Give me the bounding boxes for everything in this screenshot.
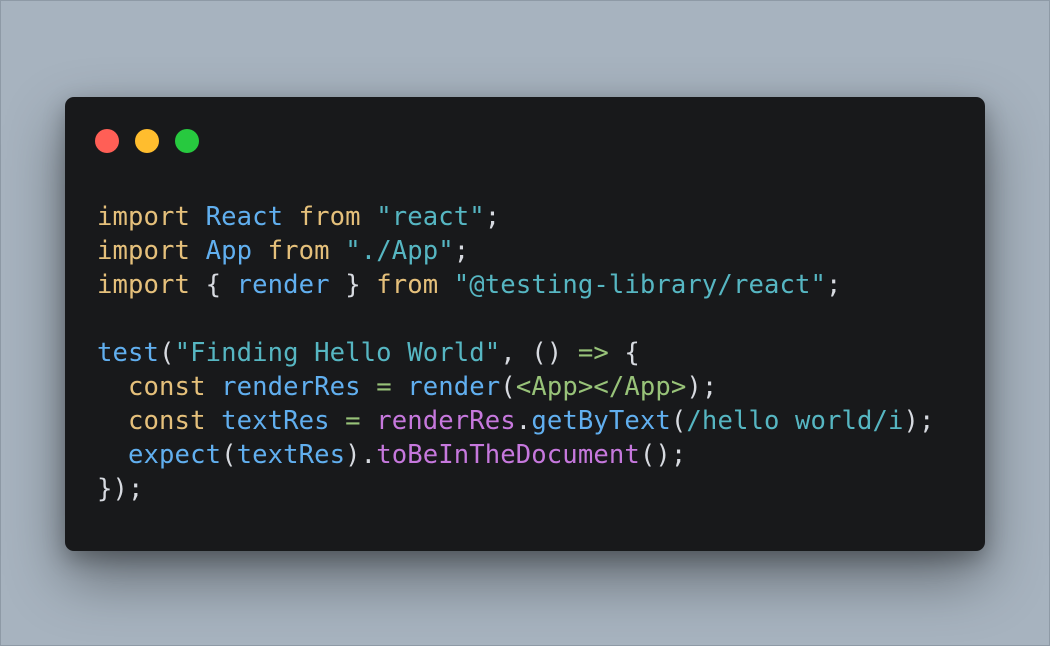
keyword: from bbox=[267, 236, 330, 266]
punctuation: { bbox=[624, 338, 640, 368]
string-literal: "@testing-library/react" bbox=[453, 270, 826, 300]
keyword: import bbox=[97, 270, 191, 300]
code-line-8: expect(textRes).toBeInTheDocument(); bbox=[97, 438, 935, 472]
code-line-6: const renderRes = render(<App></App>); bbox=[97, 370, 935, 404]
punctuation: () bbox=[531, 338, 563, 368]
string-literal: "Finding Hello World" bbox=[174, 338, 501, 368]
arrow-operator: => bbox=[577, 338, 609, 368]
maximize-dot-icon[interactable] bbox=[175, 129, 199, 153]
window-controls bbox=[95, 129, 199, 153]
method-name: getByText bbox=[531, 406, 671, 436]
punctuation: ( bbox=[670, 406, 687, 436]
code-window: import React from "react"; import App fro… bbox=[65, 97, 985, 551]
code-line-3: import { render } from "@testing-library… bbox=[97, 268, 935, 302]
punctuation: (); bbox=[639, 440, 687, 470]
variable: renderRes bbox=[221, 372, 361, 402]
code-line-1: import React from "react"; bbox=[97, 200, 935, 234]
regex-literal: /hello world/i bbox=[686, 406, 904, 436]
punctuation: { bbox=[205, 270, 222, 300]
operator: = bbox=[345, 406, 361, 436]
code-line-2: import App from "./App"; bbox=[97, 234, 935, 268]
variable: textRes bbox=[221, 406, 330, 436]
keyword: import bbox=[97, 236, 191, 266]
string-literal: "./App" bbox=[345, 236, 454, 266]
punctuation: ). bbox=[345, 440, 377, 470]
object-reference: renderRes bbox=[376, 406, 516, 436]
punctuation: ; bbox=[453, 236, 470, 266]
keyword: const bbox=[128, 406, 206, 436]
jsx-tag: <App> bbox=[515, 372, 594, 402]
function-name: render bbox=[407, 372, 501, 402]
punctuation: ; bbox=[826, 270, 842, 300]
identifier: App bbox=[205, 236, 253, 266]
punctuation: ( bbox=[221, 440, 237, 470]
punctuation: ; bbox=[484, 202, 501, 232]
identifier: render bbox=[236, 270, 330, 300]
method-name: toBeInTheDocument bbox=[376, 440, 640, 470]
operator: = bbox=[376, 372, 392, 402]
punctuation: ); bbox=[686, 372, 718, 402]
string-literal: "react" bbox=[376, 202, 485, 232]
code-line-7: const textRes = renderRes.getByText(/hel… bbox=[97, 404, 935, 438]
function-name: expect bbox=[128, 440, 222, 470]
minimize-dot-icon[interactable] bbox=[135, 129, 159, 153]
punctuation: . bbox=[515, 406, 532, 436]
variable: textRes bbox=[236, 440, 346, 470]
code-line-5: test("Finding Hello World", () => { bbox=[97, 336, 935, 370]
keyword: import bbox=[97, 202, 191, 232]
punctuation: ); bbox=[903, 406, 935, 436]
jsx-tag: </App> bbox=[593, 372, 687, 402]
code-line-9: }); bbox=[97, 472, 935, 506]
punctuation: }); bbox=[97, 474, 144, 504]
function-name: test bbox=[97, 338, 160, 368]
keyword: from bbox=[376, 270, 439, 300]
punctuation: ( bbox=[159, 338, 175, 368]
keyword: const bbox=[128, 372, 206, 402]
close-dot-icon[interactable] bbox=[95, 129, 119, 153]
identifier: React bbox=[205, 202, 284, 232]
code-block: import React from "react"; import App fro… bbox=[97, 200, 935, 506]
punctuation: , bbox=[500, 338, 532, 368]
punctuation: ( bbox=[500, 372, 516, 402]
keyword: from bbox=[298, 202, 361, 232]
punctuation: } bbox=[345, 270, 361, 300]
